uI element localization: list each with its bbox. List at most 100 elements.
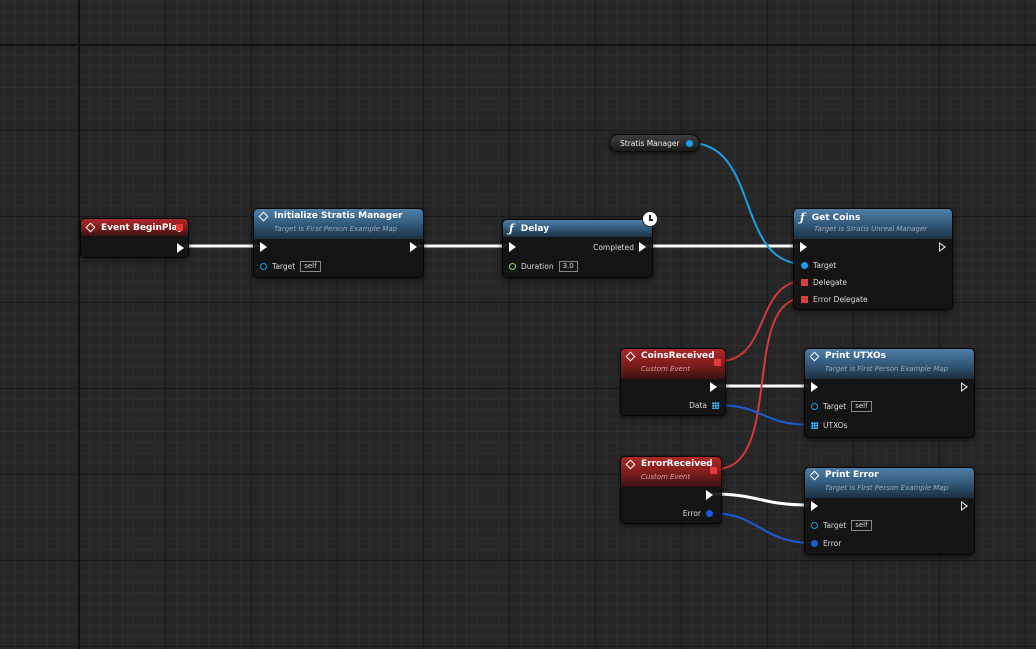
get-coins-title: Get Coins [811, 212, 861, 223]
event-beginplay-header: Event BeginPlay [81, 219, 188, 236]
initialize-exec-out-row [410, 242, 417, 252]
event-beginplay-delegate-pin[interactable] [176, 224, 183, 231]
print-error-subtitle: Target is First Person Example Map [825, 484, 949, 492]
print-utxos-exec-out-row [961, 382, 968, 392]
data-label: Data [689, 401, 707, 410]
exec-in-pin[interactable] [811, 501, 818, 511]
event-diamond-icon [625, 459, 636, 469]
target-pin[interactable] [260, 263, 267, 270]
delegate-label: Delegate [813, 278, 847, 287]
delay-title: Delay [520, 223, 550, 234]
exec-out-pin[interactable] [939, 242, 946, 252]
function-diamond-icon [809, 351, 820, 361]
exec-out-pin[interactable] [710, 382, 717, 392]
initialize-header: Initialize Stratis Manager Target is Fir… [254, 209, 423, 239]
delegate-wire-coinsreceived [719, 280, 805, 362]
error-label: Error [823, 539, 842, 548]
exec-in-pin[interactable] [800, 242, 807, 252]
event-beginplay-node[interactable]: Event BeginPlay [80, 218, 189, 258]
exec-out-pin[interactable] [961, 501, 968, 511]
print-error-title: Print Error [825, 470, 879, 480]
target-label: Target [823, 521, 847, 530]
delay-node[interactable]: ƒ Delay Completed Duration 3.0 [502, 219, 653, 278]
target-value[interactable]: self [851, 520, 872, 531]
delay-exec-in-row [509, 242, 516, 252]
error-received-delegate-pin[interactable] [710, 467, 717, 474]
print-error-node[interactable]: Print Error Target is First Person Examp… [804, 467, 975, 555]
initialize-subtitle: Target is First Person Example Map [274, 225, 398, 233]
exec-out-pin[interactable] [177, 243, 184, 253]
target-label: Target [813, 261, 837, 270]
function-f-icon: ƒ [800, 211, 805, 224]
error-received-exec-out-row [706, 490, 713, 500]
data-wire-coins-utxos [715, 404, 814, 426]
print-utxos-node[interactable]: Print UTXOs Target is First Person Examp… [804, 348, 975, 438]
print-utxos-subtitle: Target is First Person Example Map [825, 365, 949, 373]
coins-received-event-node[interactable]: CoinsReceived Custom Event Data [620, 348, 726, 416]
target-pin[interactable] [811, 522, 818, 529]
error-received-subtitle: Custom Event [641, 473, 691, 481]
get-coins-exec-in-row [800, 242, 807, 252]
error-delegate-pin[interactable] [801, 296, 808, 303]
print-error-target-row: Target self [811, 520, 872, 531]
data-array-pin[interactable] [712, 402, 719, 409]
target-value[interactable]: self [851, 401, 872, 412]
stratis-manager-output-pin[interactable] [686, 139, 693, 147]
initialize-stratis-manager-node[interactable]: Initialize Stratis Manager Target is Fir… [253, 208, 424, 278]
completed-exec-pin[interactable] [639, 242, 646, 252]
get-coins-node[interactable]: ƒ Get Coins Target is Stratis Unreal Mana… [793, 208, 953, 310]
coins-received-exec-out-row [710, 382, 717, 392]
print-error-exec-in-row [811, 501, 818, 511]
print-utxos-title: Print UTXOs [825, 351, 887, 361]
error-received-error-row: Error [683, 509, 713, 518]
get-coins-subtitle: Target is Stratis Unreal Manager [814, 225, 928, 233]
exec-wire-errorreceived-printerror [711, 492, 810, 507]
exec-in-pin[interactable] [260, 242, 267, 252]
exec-in-pin[interactable] [811, 382, 818, 392]
error-output-pin[interactable] [706, 510, 713, 517]
get-coins-target-row: Target [801, 261, 836, 270]
function-f-icon: ƒ [509, 222, 514, 235]
target-pin[interactable] [801, 262, 808, 269]
coins-received-subtitle: Custom Event [641, 365, 691, 373]
target-value[interactable]: self [300, 261, 321, 272]
delay-header: ƒ Delay [503, 220, 652, 237]
event-diamond-icon [85, 222, 96, 233]
utxos-array-pin[interactable] [811, 422, 818, 429]
target-label: Target [272, 262, 296, 271]
delay-duration-row: Duration 3.0 [509, 261, 578, 272]
function-diamond-icon [809, 470, 820, 480]
print-utxos-utxos-row: UTXOs [811, 421, 848, 430]
print-utxos-target-row: Target self [811, 401, 872, 412]
coins-received-header: CoinsReceived Custom Event [621, 349, 725, 379]
exec-in-pin[interactable] [509, 242, 516, 252]
error-input-pin[interactable] [811, 540, 818, 547]
print-utxos-exec-in-row [811, 382, 818, 392]
duration-value[interactable]: 3.0 [558, 261, 578, 272]
initialize-title: Initialize Stratis Manager [274, 211, 403, 221]
error-received-event-node[interactable]: ErrorReceived Custom Event Error [620, 456, 722, 524]
print-error-exec-out-row [961, 501, 968, 511]
error-received-header: ErrorReceived Custom Event [621, 457, 721, 487]
get-coins-header: ƒ Get Coins Target is Stratis Unreal Mana… [794, 209, 952, 239]
exec-out-pin[interactable] [961, 382, 968, 392]
initialize-target-row: Target self [260, 261, 321, 272]
coins-received-data-row: Data [689, 401, 719, 410]
duration-pin[interactable] [509, 263, 516, 270]
get-coins-delegate-row: Delegate [801, 278, 847, 287]
exec-out-pin[interactable] [410, 242, 417, 252]
exec-out-pin[interactable] [706, 490, 713, 500]
print-error-header: Print Error Target is First Person Examp… [805, 468, 974, 498]
stratis-manager-label: Stratis Manager [620, 138, 680, 148]
latent-clock-icon [642, 211, 658, 227]
error-received-title: ErrorReceived [641, 459, 713, 469]
coins-received-title: CoinsReceived [641, 351, 715, 361]
stratis-manager-variable-node[interactable]: Stratis Manager [609, 134, 700, 152]
delegate-wire-errorreceived [715, 297, 805, 470]
print-utxos-header: Print UTXOs Target is First Person Examp… [805, 349, 974, 379]
target-pin[interactable] [811, 403, 818, 410]
coins-received-delegate-pin[interactable] [714, 359, 721, 366]
data-wire-error-error [709, 512, 814, 544]
event-beginplay-title: Event BeginPlay [101, 222, 184, 233]
delegate-pin[interactable] [801, 279, 808, 286]
